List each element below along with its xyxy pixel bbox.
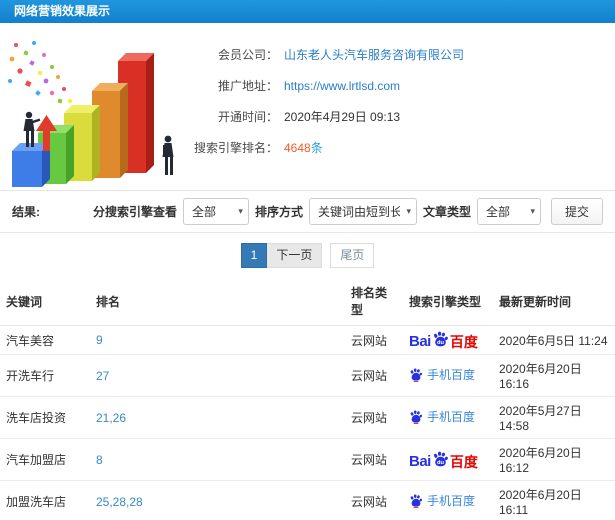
baidu-paw-icon	[410, 494, 423, 508]
header-updated: 最新更新时间	[493, 277, 615, 326]
rank-link[interactable]: 21,26	[96, 411, 126, 425]
engine-rank-count: 4648	[284, 141, 311, 155]
next-page-button[interactable]: 下一页	[267, 243, 323, 268]
svg-text:du: du	[437, 460, 445, 466]
baidu-logo-bai: Bai	[409, 452, 431, 470]
bar-chart-growth-icon	[8, 41, 174, 187]
engine-rank-row: 搜索引擎排名： 4648条	[190, 132, 464, 163]
rank-link[interactable]: 27	[96, 369, 109, 383]
article-type-select-wrap: 全部	[476, 198, 541, 225]
member-company-row: 会员公司： 山东老人头汽车服务咨询有限公司	[190, 39, 464, 70]
submit-button[interactable]: 提交	[550, 198, 603, 225]
updated-time-cell: 2020年5月27日 14:58	[493, 396, 615, 439]
baidu-logo-cn: 百度	[449, 334, 478, 350]
baidu-paw-icon	[410, 368, 423, 382]
bars	[12, 53, 154, 187]
header-rank-type: 排名类型	[345, 277, 403, 326]
growth-chart-illustration	[0, 23, 190, 190]
rank-type-cell: 云网站	[345, 438, 403, 481]
table-row: 汽车加盟店 8 云网站 Bai du 百度 2020年6月20日 16:12	[0, 438, 615, 481]
keyword-cell: 开洗车行	[0, 354, 90, 397]
member-company-link[interactable]: 山东老人头汽车服务咨询有限公司	[284, 46, 464, 63]
mobile-baidu-logo: 手机百度	[409, 408, 475, 425]
promo-url-row: 推广地址： https://www.lrtlsd.com	[190, 70, 464, 101]
engine-type-cell: 手机百度	[403, 480, 493, 520]
baidu-paw-icon: du	[433, 331, 448, 347]
table-header-row: 关键词 排名 排名类型 搜索引擎类型 最新更新时间	[0, 277, 615, 326]
results-table: 关键词 排名 排名类型 搜索引擎类型 最新更新时间 汽车美容 9 云网站 Bai du 百…	[0, 277, 615, 520]
sort-label: 排序方式	[254, 205, 303, 219]
rank-type-cell: 云网站	[345, 480, 403, 520]
company-info-section: 会员公司： 山东老人头汽车服务咨询有限公司 推广地址： https://www.…	[0, 23, 615, 190]
table-row: 加盟洗车店 25,28,28 云网站 手机百度 2020年6月20日 16:11	[0, 480, 615, 520]
engine-filter-select[interactable]: 全部	[182, 198, 249, 225]
open-time-label: 开通时间：	[217, 110, 278, 124]
keyword-cell: 汽车美容	[0, 325, 90, 355]
updated-time-cell: 2020年6月20日 16:16	[493, 354, 615, 397]
rank-link[interactable]: 25,28,28	[96, 495, 143, 509]
member-company-label: 会员公司：	[217, 48, 278, 62]
header-keyword: 关键词	[0, 277, 90, 326]
mobile-baidu-logo: 手机百度	[409, 366, 475, 383]
baidu-paw-icon: du	[433, 451, 448, 466]
rank-cell: 9	[90, 325, 345, 355]
pagination: 1 下一页 尾页	[0, 233, 615, 277]
open-time-row: 开通时间： 2020年4月29日 09:13	[190, 101, 464, 132]
baidu-logo-cn: 百度	[449, 453, 478, 470]
baidu-logo: Bai du 百度	[409, 331, 478, 349]
promo-url-label: 推广地址：	[217, 79, 278, 93]
rank-cell: 21,26	[90, 396, 345, 439]
sort-select-wrap: 关键词由短到长排序	[308, 198, 417, 225]
rank-link[interactable]: 9	[96, 333, 103, 347]
filter-bar: 结果: 分搜索引擎查看 全部 排序方式 关键词由短到长排序 文章类型 全部 提交	[0, 190, 615, 233]
rank-cell: 25,28,28	[90, 480, 345, 520]
engine-filter-select-wrap: 全部	[182, 198, 249, 225]
mobile-baidu-label: 手机百度	[427, 410, 476, 425]
sort-select[interactable]: 关键词由短到长排序	[308, 198, 417, 225]
engine-type-cell: 手机百度	[403, 396, 493, 439]
page-title: 网络营销效果展示	[0, 0, 615, 23]
rank-cell: 27	[90, 354, 345, 397]
baidu-logo: Bai du 百度	[409, 451, 478, 469]
table-row: 洗车店投资 21,26 云网站 手机百度 2020年5月27日 14:58	[0, 396, 615, 439]
keyword-cell: 洗车店投资	[0, 396, 90, 439]
keyword-cell: 加盟洗车店	[0, 480, 90, 520]
businessman-right-icon	[162, 135, 174, 175]
engine-type-cell: Bai du 百度	[403, 325, 493, 355]
rank-type-cell: 云网站	[345, 396, 403, 439]
page-1-button[interactable]: 1	[240, 243, 268, 268]
table-row: 开洗车行 27 云网站 手机百度 2020年6月20日 16:16	[0, 354, 615, 397]
updated-time-cell: 2020年6月20日 16:12	[493, 438, 615, 481]
engine-rank-label: 搜索引擎排名：	[193, 141, 278, 155]
rank-type-cell: 云网站	[345, 354, 403, 397]
baidu-logo-bai: Bai	[409, 333, 431, 350]
keyword-cell: 汽车加盟店	[0, 438, 90, 481]
mobile-baidu-logo: 手机百度	[409, 492, 475, 509]
updated-time-cell: 2020年6月20日 16:11	[493, 480, 615, 520]
result-label: 结果:	[12, 205, 40, 219]
company-info-list: 会员公司： 山东老人头汽车服务咨询有限公司 推广地址： https://www.…	[190, 23, 464, 190]
updated-time-cell: 2020年6月5日 11:24	[493, 325, 615, 355]
rank-link[interactable]: 8	[96, 453, 103, 467]
promo-url-link[interactable]: https://www.lrtlsd.com	[284, 79, 400, 93]
filter-controls: 分搜索引擎查看 全部 排序方式 关键词由短到长排序 文章类型 全部 提交	[93, 198, 603, 225]
engine-rank-unit: 条	[310, 141, 323, 155]
header-rank: 排名	[90, 277, 345, 326]
table-row: 汽车美容 9 云网站 Bai du 百度 2020年6月5日 11:24	[0, 325, 615, 355]
article-type-label: 文章类型	[422, 205, 471, 219]
mobile-baidu-label: 手机百度	[427, 368, 476, 383]
article-type-select[interactable]: 全部	[476, 198, 541, 225]
svg-text:du: du	[437, 340, 445, 346]
rank-cell: 8	[90, 438, 345, 481]
engine-type-cell: 手机百度	[403, 354, 493, 397]
header-engine-type: 搜索引擎类型	[403, 277, 493, 326]
engine-type-cell: Bai du 百度	[403, 438, 493, 481]
results-table-body: 汽车美容 9 云网站 Bai du 百度 2020年6月5日 11:24 开洗车行 27 云网站手…	[0, 325, 615, 520]
last-page-button[interactable]: 尾页	[330, 243, 375, 268]
engine-filter-label: 分搜索引擎查看	[92, 205, 177, 219]
mobile-baidu-label: 手机百度	[427, 494, 476, 509]
open-time-value: 2020年4月29日 09:13	[284, 110, 401, 124]
rank-type-cell: 云网站	[345, 325, 403, 355]
baidu-paw-icon	[410, 410, 423, 424]
